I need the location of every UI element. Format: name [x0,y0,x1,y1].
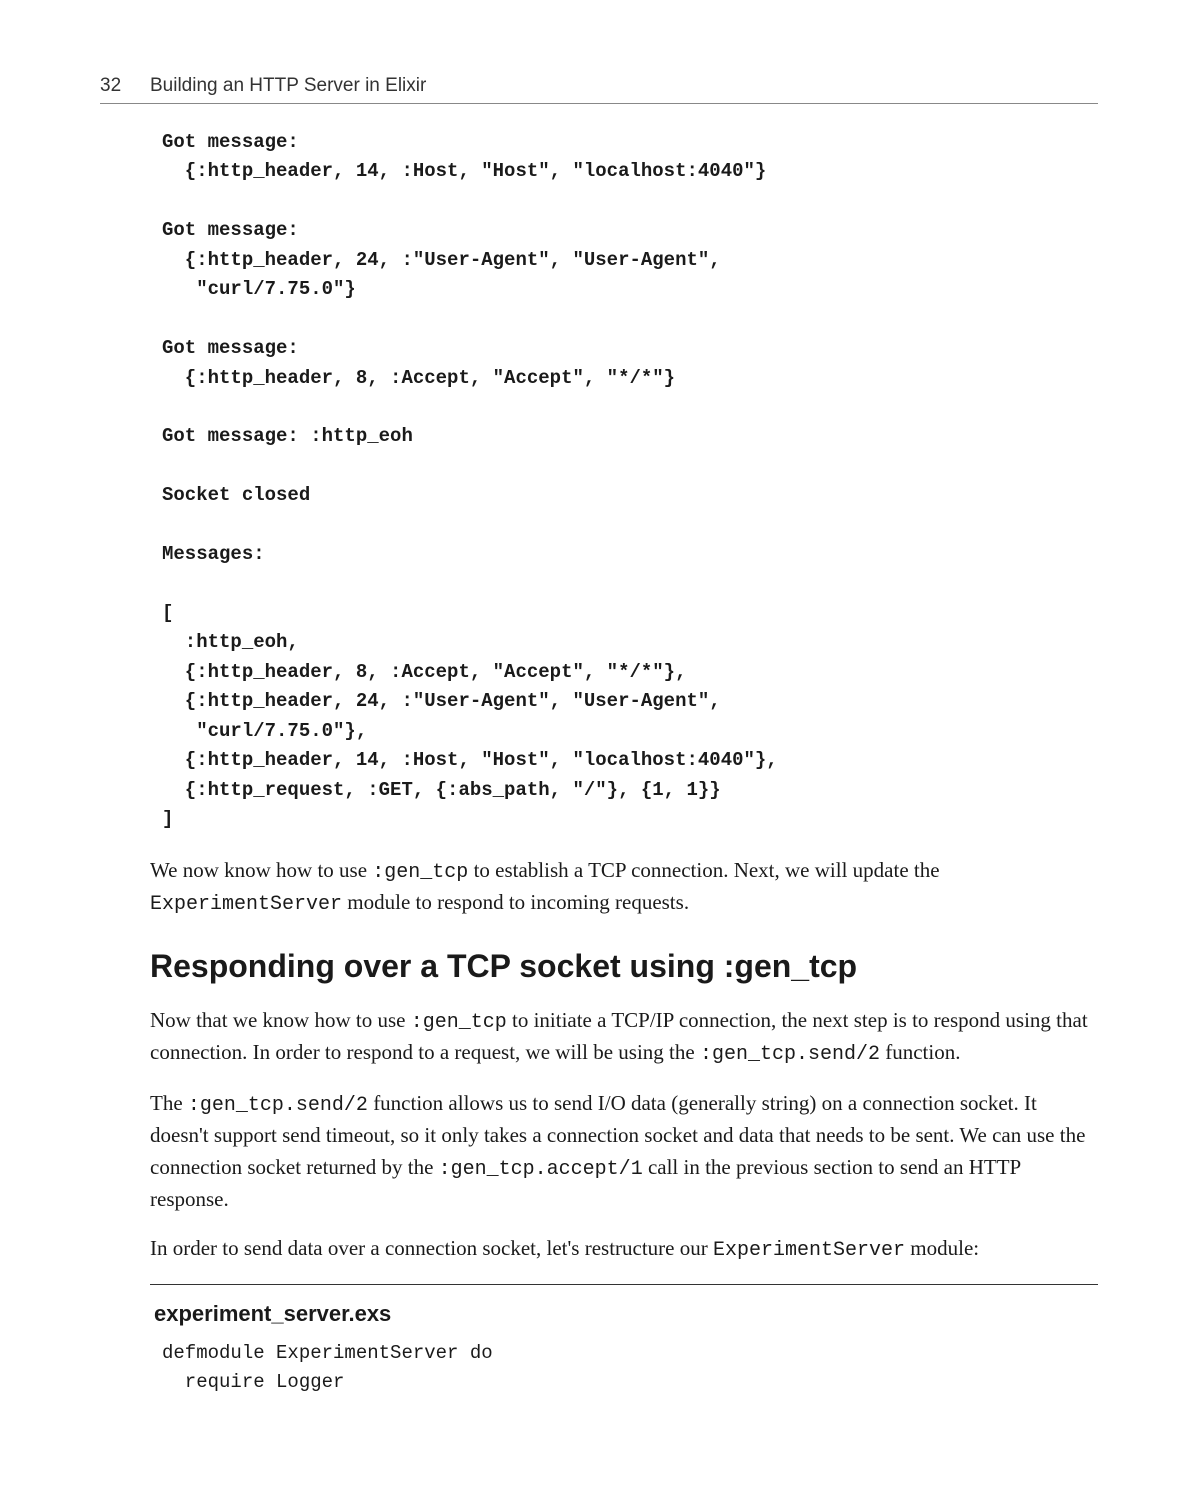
inline-code: ExperimentServer [150,893,342,916]
paragraph-send-intro: Now that we know how to use :gen_tcp to … [150,1005,1098,1070]
inline-code: :gen_tcp.accept/1 [439,1158,643,1181]
code-listing: defmodule ExperimentServer do require Lo… [162,1339,1098,1398]
file-label: experiment_server.exs [154,1301,1098,1327]
paragraph-gen-tcp-intro: We now know how to use :gen_tcp to estab… [150,855,1098,920]
text: to establish a TCP connection. Next, we … [468,858,939,882]
page-number: 32 [100,75,150,97]
paragraph-send-detail: The :gen_tcp.send/2 function allows us t… [150,1088,1098,1215]
page-header: 32 Building an HTTP Server in Elixir [100,75,1098,97]
page: 32 Building an HTTP Server in Elixir Got… [0,0,1203,1500]
page-content: Got message: {:http_header, 14, :Host, "… [150,128,1098,1398]
inline-code: :gen_tcp.send/2 [188,1094,368,1117]
section-heading: Responding over a TCP socket using :gen_… [150,948,1098,985]
header-rule [100,103,1098,104]
code-listing-rule [150,1284,1098,1285]
text: We now know how to use [150,858,372,882]
paragraph-restructure: In order to send data over a connection … [150,1233,1098,1266]
inline-code: ExperimentServer [713,1239,905,1262]
text: module to respond to incoming requests. [342,890,689,914]
text: Now that we know how to use [150,1008,411,1032]
inline-code: :gen_tcp [372,861,468,884]
text: function. [880,1040,960,1064]
code-output-block: Got message: {:http_header, 14, :Host, "… [162,128,1098,835]
text: module: [905,1236,979,1260]
inline-code: :gen_tcp [411,1011,507,1034]
text: In order to send data over a connection … [150,1236,713,1260]
text: The [150,1091,188,1115]
header-title: Building an HTTP Server in Elixir [150,75,426,97]
inline-code: :gen_tcp.send/2 [700,1043,880,1066]
